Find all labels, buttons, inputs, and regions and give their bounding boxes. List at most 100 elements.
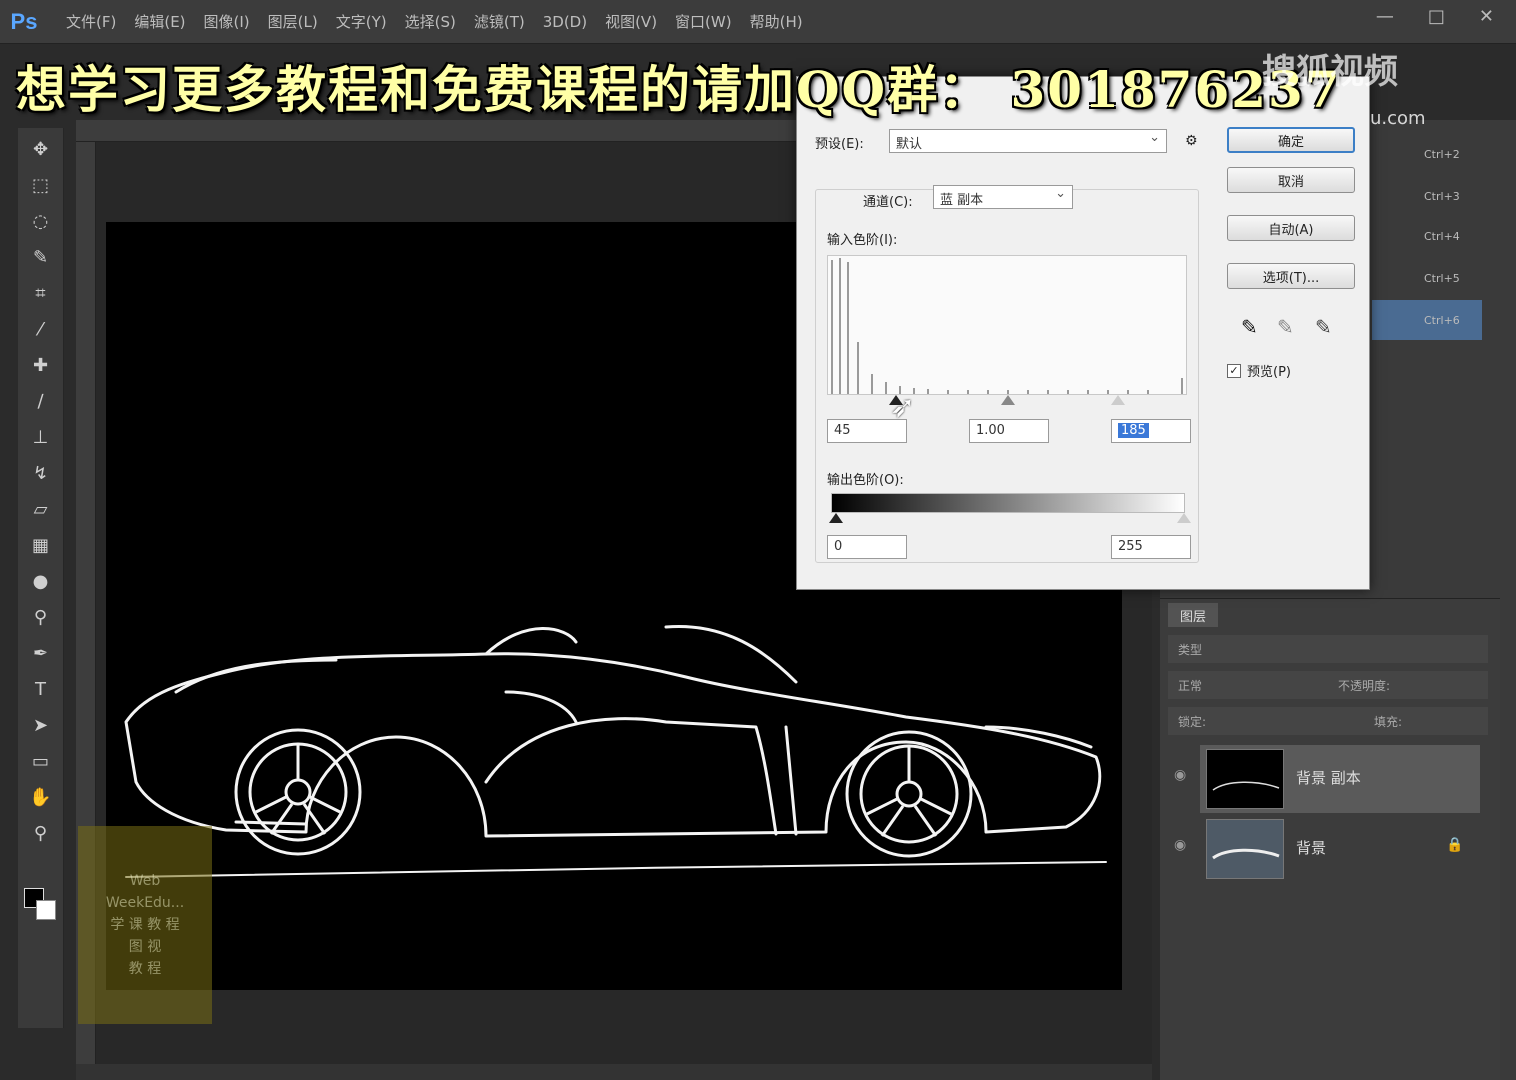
output-black-field[interactable]: 0 [827,535,907,559]
lasso-tool-icon[interactable]: ◌ [26,206,56,236]
auto-button[interactable]: 自动(A) [1227,215,1355,241]
levels-dialog: 预设(E): 默认 ⚙ 通道(C): 蓝 副本 输入色阶(I): [796,76,1370,590]
menu-select[interactable]: 选择(S) [405,11,456,32]
layer-filter-row[interactable]: 类型 [1168,635,1488,663]
background-color-swatch[interactable] [36,900,56,920]
gradient-tool-icon[interactable]: ▦ [26,530,56,560]
quick-select-tool-icon[interactable]: ✎ [26,242,56,272]
eyedropper-tool-icon[interactable]: ⁄ [26,314,56,344]
blend-mode-row[interactable]: 正常 不透明度: [1168,671,1488,699]
lock-label: 锁定: [1178,715,1207,729]
layer-name: 背景 副本 [1296,769,1361,787]
layers-tab[interactable]: 图层 [1168,603,1218,627]
histogram-bars [831,258,1183,394]
mouse-cursor-icon: ➶ [890,390,916,425]
sohu-url-watermark: u.com [1370,108,1426,129]
preview-label: 预览(P) [1247,365,1291,380]
type-tool-icon[interactable]: T [26,674,56,704]
tools-panel: ✥ ⬚ ◌ ✎ ⌗ ⁄ ✚ ∕ ⊥ ↯ ▱ ▦ ● ⚲ ✒ T ➤ ▭ ✋ ⚲ [18,128,64,1028]
layer-thumbnail-car [1212,848,1280,860]
output-white-field[interactable]: 255 [1111,535,1191,559]
history-brush-tool-icon[interactable]: ↯ [26,458,56,488]
minimize-button[interactable]: — [1376,6,1394,27]
layer-thumbnail [1206,749,1284,809]
input-gamma-field[interactable]: 1.00 [969,419,1049,443]
black-point-eyedropper-icon[interactable]: ✎ [1241,315,1258,339]
channel-select[interactable]: 蓝 副本 [933,185,1073,209]
sticker-line: Web [129,873,161,889]
output-levels-label: 输出色阶(O): [827,473,904,488]
menu-help[interactable]: 帮助(H) [750,11,803,32]
menu-file[interactable]: 文件(F) [66,11,116,32]
menu-image[interactable]: 图像(I) [204,11,250,32]
menu-edit[interactable]: 编辑(E) [134,11,185,32]
sohu-video-watermark: 搜狐视频 [1262,52,1398,92]
shortcut-label: Ctrl+4 [1424,230,1460,243]
menu-3d[interactable]: 3D(D) [543,13,587,31]
hand-tool-icon[interactable]: ✋ [26,782,56,812]
gray-point-eyedropper-icon[interactable]: ✎ [1277,315,1294,339]
visibility-eye-icon[interactable]: ◉ [1174,767,1186,783]
healing-tool-icon[interactable]: ✚ [26,350,56,380]
blur-tool-icon[interactable]: ● [26,566,56,596]
output-white-slider[interactable] [1177,513,1191,523]
input-white-slider[interactable] [1111,395,1125,405]
crop-tool-icon[interactable]: ⌗ [26,278,56,308]
shape-tool-icon[interactable]: ▭ [26,746,56,776]
layer-item-selected[interactable]: 背景 副本 [1200,745,1480,813]
pen-tool-icon[interactable]: ✒ [26,638,56,668]
input-white-field[interactable]: 185 [1111,419,1191,443]
shortcut-label: Ctrl+5 [1424,272,1460,285]
ok-button[interactable]: 确定 [1227,127,1355,153]
shortcut-label: Ctrl+6 [1424,314,1460,327]
layer-filter-label: 类型 [1178,643,1203,657]
output-black-slider[interactable] [829,513,843,523]
channel-label: 通道(C): [863,195,913,210]
cancel-button[interactable]: 取消 [1227,167,1355,193]
zoom-tool-icon[interactable]: ⚲ [26,818,56,848]
options-button[interactable]: 选项(T)... [1227,263,1355,289]
output-gradient-bar [831,493,1185,513]
menu-view[interactable]: 视图(V) [605,11,657,32]
fill-label: 填充: [1374,715,1403,729]
shortcut-label: Ctrl+3 [1424,190,1460,203]
input-gamma-slider[interactable] [1001,395,1015,405]
visibility-eye-icon[interactable]: ◉ [1174,837,1186,853]
menu-type[interactable]: 文字(Y) [336,11,387,32]
blend-mode-select[interactable]: 正常 [1178,677,1202,694]
input-levels-label: 输入色阶(I): [827,233,898,248]
layer-item[interactable]: 背景 🔒 [1200,815,1480,883]
menu-layer[interactable]: 图层(L) [268,11,318,32]
shortcut-label: Ctrl+2 [1424,148,1460,161]
opacity-label: 不透明度: [1338,679,1391,693]
watermark-banner: 想学习更多教程和免费课程的请加QQ群： 301876237 [16,60,1342,119]
watermark-sticker: Web WeekEdu... 学 课 教 程 图 视 教 程 [78,826,212,1024]
preset-menu-icon[interactable]: ⚙ [1185,133,1198,149]
sticker-line: 教 程 [128,961,162,977]
menu-window[interactable]: 窗口(W) [675,11,732,32]
dodge-tool-icon[interactable]: ⚲ [26,602,56,632]
move-tool-icon[interactable]: ✥ [26,134,56,164]
clone-stamp-tool-icon[interactable]: ⊥ [26,422,56,452]
lock-icon: 🔒 [1446,837,1464,853]
close-button[interactable]: ✕ [1479,6,1494,27]
status-bar [76,1064,1152,1080]
sticker-line: 学 课 教 程 [110,917,180,933]
marquee-tool-icon[interactable]: ⬚ [26,170,56,200]
histogram [827,255,1187,395]
preset-label: 预设(E): [815,137,864,152]
preset-select[interactable]: 默认 [889,129,1167,153]
brush-tool-icon[interactable]: ∕ [26,386,56,416]
eraser-tool-icon[interactable]: ▱ [26,494,56,524]
preview-checkbox[interactable]: ✓ 预览(P) [1227,361,1291,380]
menu-filter[interactable]: 滤镜(T) [474,11,525,32]
layer-thumbnail-car [1212,781,1280,791]
menu-bar: Ps 文件(F) 编辑(E) 图像(I) 图层(L) 文字(Y) 选择(S) 滤… [0,0,1516,44]
maximize-button[interactable]: □ [1428,6,1445,27]
path-select-tool-icon[interactable]: ➤ [26,710,56,740]
layers-panel: 图层 类型 正常 不透明度: 锁定: 填充: ◉ 背景 副本 ◉ 背景 🔒 [1160,598,1500,1080]
layer-name: 背景 [1296,839,1327,857]
white-point-eyedropper-icon[interactable]: ✎ [1315,315,1332,339]
checkbox-checked-icon[interactable]: ✓ [1227,363,1241,378]
window-controls: — □ ✕ [1376,6,1494,27]
